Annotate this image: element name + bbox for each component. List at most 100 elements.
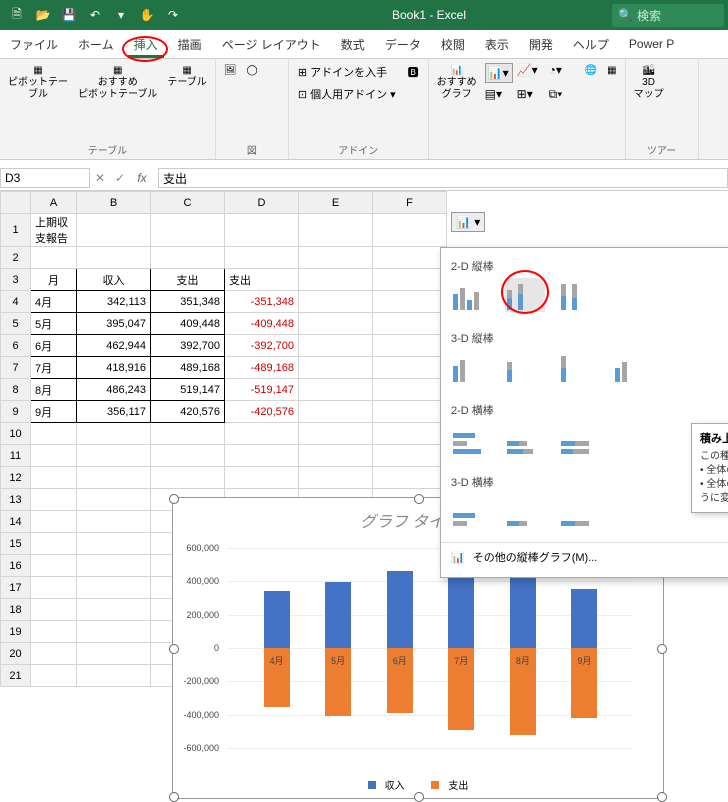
3d-clustered-column-icon[interactable] [451, 350, 491, 384]
cell[interactable] [31, 665, 77, 687]
cell[interactable] [77, 445, 151, 467]
bar-group[interactable] [571, 589, 597, 681]
cell[interactable]: 356,117 [77, 401, 151, 423]
cell[interactable] [373, 214, 447, 247]
3d-100-stacked-bar-icon[interactable] [559, 494, 599, 528]
cell[interactable] [225, 423, 299, 445]
cell[interactable] [299, 291, 373, 313]
cell[interactable] [77, 511, 151, 533]
cell[interactable] [77, 643, 151, 665]
cell[interactable] [299, 467, 373, 489]
cell[interactable] [31, 599, 77, 621]
row-header[interactable]: 11 [1, 445, 31, 467]
formula-input[interactable] [158, 168, 728, 188]
cell[interactable] [299, 423, 373, 445]
cell[interactable] [373, 379, 447, 401]
cell[interactable] [151, 445, 225, 467]
stat-chart-dropdown[interactable]: ⊞▾ [517, 87, 545, 102]
row-header[interactable]: 10 [1, 423, 31, 445]
cell[interactable] [77, 423, 151, 445]
tab-描画[interactable]: 描画 [168, 32, 212, 57]
cancel-icon[interactable]: ✕ [90, 171, 110, 185]
cell[interactable] [31, 489, 77, 511]
col-header-B[interactable]: B [77, 192, 151, 214]
col-header-F[interactable]: F [373, 192, 447, 214]
tab-Power P[interactable]: Power P [619, 33, 684, 55]
pivot-chart-button[interactable]: ▦ [605, 63, 618, 79]
cell[interactable]: 420,576 [151, 401, 225, 423]
cell[interactable] [31, 445, 77, 467]
get-addins-button[interactable]: ⊞ アドインを入手 [295, 63, 399, 81]
cell[interactable]: 342,113 [77, 291, 151, 313]
cell[interactable] [225, 247, 299, 269]
col-header-C[interactable]: C [151, 192, 225, 214]
tab-数式[interactable]: 数式 [331, 32, 375, 57]
cell[interactable] [299, 357, 373, 379]
spreadsheet-grid[interactable]: ABCDEF 1上期収支報告23月収入支出支出44月342,113351,348… [0, 191, 728, 687]
row-header[interactable]: 1 [1, 214, 31, 247]
cell[interactable] [77, 467, 151, 489]
search-box[interactable]: 🔍 検索 [612, 4, 724, 27]
cell[interactable] [31, 577, 77, 599]
shapes-button[interactable]: ◯ [245, 63, 260, 79]
cell[interactable] [77, 621, 151, 643]
row-header[interactable]: 18 [1, 599, 31, 621]
cell[interactable]: 支出 [151, 269, 225, 291]
qat-new-icon[interactable]: 🗎 [6, 4, 28, 26]
qat-touch-icon[interactable]: ✋ [136, 4, 158, 26]
cell[interactable] [373, 445, 447, 467]
cell[interactable]: 支出 [225, 269, 299, 291]
3d-100-stacked-column-icon[interactable] [559, 350, 599, 384]
cell[interactable]: -420,576 [225, 401, 299, 423]
cell[interactable] [151, 467, 225, 489]
confirm-icon[interactable]: ✓ [110, 171, 130, 185]
cell[interactable] [31, 247, 77, 269]
fx-icon[interactable]: fx [130, 171, 154, 185]
cell[interactable] [31, 511, 77, 533]
tab-データ[interactable]: データ [375, 32, 431, 57]
cell[interactable] [77, 665, 151, 687]
row-header[interactable]: 2 [1, 247, 31, 269]
tab-校閲[interactable]: 校閲 [431, 32, 475, 57]
cell[interactable]: 489,168 [151, 357, 225, 379]
tab-表示[interactable]: 表示 [475, 32, 519, 57]
cell[interactable] [299, 401, 373, 423]
cell[interactable]: -392,700 [225, 335, 299, 357]
cell[interactable]: 9月 [31, 401, 77, 423]
cell[interactable] [31, 533, 77, 555]
cell[interactable] [31, 643, 77, 665]
row-header[interactable]: 8 [1, 379, 31, 401]
cell[interactable] [373, 247, 447, 269]
row-header[interactable]: 4 [1, 291, 31, 313]
row-header[interactable]: 6 [1, 335, 31, 357]
bing-icon[interactable]: 🅱 [405, 63, 422, 81]
cell[interactable]: 8月 [31, 379, 77, 401]
tab-開発[interactable]: 開発 [519, 32, 563, 57]
cell[interactable] [373, 313, 447, 335]
cell[interactable] [77, 577, 151, 599]
cell[interactable] [225, 214, 299, 247]
cell[interactable]: 519,147 [151, 379, 225, 401]
bar-group[interactable] [264, 591, 290, 681]
cell[interactable] [299, 445, 373, 467]
cell[interactable] [299, 214, 373, 247]
cell[interactable] [77, 599, 151, 621]
pictures-button[interactable]: 🖼 [222, 63, 239, 79]
cell[interactable] [77, 247, 151, 269]
column-chart-dropdown[interactable]: 📊▾ [485, 63, 513, 83]
cell[interactable] [151, 423, 225, 445]
row-header[interactable]: 9 [1, 401, 31, 423]
col-header-E[interactable]: E [299, 192, 373, 214]
cell[interactable] [225, 467, 299, 489]
cell[interactable] [31, 555, 77, 577]
3d-stacked-column-icon[interactable] [505, 350, 545, 384]
cell[interactable] [77, 533, 151, 555]
tab-ファイル[interactable]: ファイル [0, 32, 68, 57]
clustered-bar-icon[interactable] [451, 422, 491, 456]
table-button[interactable]: ▦ テーブル [165, 63, 208, 91]
row-header[interactable]: 5 [1, 313, 31, 335]
cell[interactable] [151, 247, 225, 269]
100-stacked-bar-icon[interactable] [559, 422, 599, 456]
line-chart-dropdown[interactable]: 📈▾ [517, 63, 545, 83]
recommended-charts-button[interactable]: 📊 おすすめ グラフ [435, 63, 479, 103]
